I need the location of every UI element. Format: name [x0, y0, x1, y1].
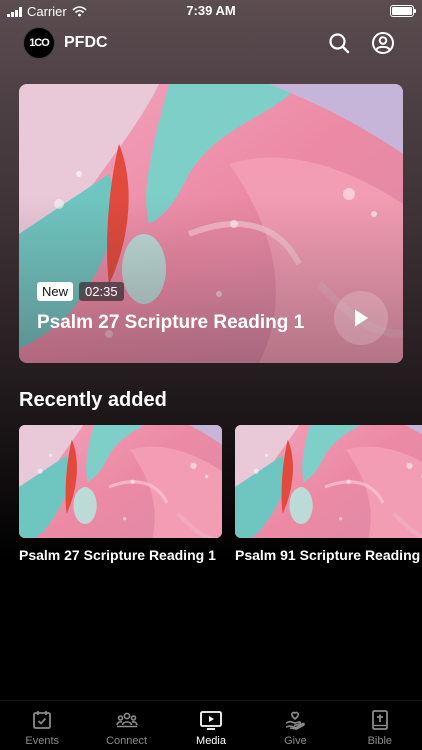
media-title: Psalm 91 Scripture Reading — [235, 547, 421, 563]
play-icon — [355, 309, 368, 327]
tab-bible[interactable]: Bible — [338, 701, 422, 750]
tab-connect[interactable]: Connect — [84, 701, 168, 750]
status-bar: Carrier 7:39 AM — [0, 0, 422, 22]
search-icon[interactable] — [327, 31, 351, 55]
tab-events[interactable]: Events — [0, 701, 84, 750]
duration-badge: 02:35 — [79, 282, 124, 301]
profile-icon[interactable] — [371, 31, 395, 55]
featured-title: Psalm 27 Scripture Reading 1 — [37, 312, 305, 333]
badge-group: New 02:35 — [37, 282, 124, 301]
clock: 7:39 AM — [186, 3, 236, 18]
tab-give[interactable]: Give — [253, 701, 337, 750]
media-thumbnail — [235, 425, 422, 538]
play-button[interactable] — [334, 291, 388, 345]
section-title: Recently added — [19, 389, 167, 411]
media-thumbnail — [19, 425, 222, 538]
new-badge: New — [37, 282, 74, 301]
media-title: Psalm 27 Scripture Reading 1 — [19, 547, 216, 563]
featured-media-card[interactable]: New 02:35 Psalm 27 Scripture Reading 1 — [19, 84, 403, 363]
tab-label: Bible — [367, 735, 393, 747]
app-logo[interactable]: 1CO — [23, 27, 55, 59]
tab-bar: Events Connect Media Give Bible — [0, 700, 422, 750]
media-item[interactable]: Psalm 91 Scripture Reading — [235, 425, 422, 563]
tab-media[interactable]: Media — [169, 701, 253, 750]
tab-label: Connect — [106, 735, 148, 747]
media-item[interactable]: Psalm 27 Scripture Reading 1 — [19, 425, 222, 563]
battery-icon — [390, 5, 416, 17]
tab-label: Events — [25, 735, 60, 747]
bible-icon — [371, 710, 388, 730]
calendar-icon — [33, 711, 52, 729]
tab-label: Media — [196, 735, 226, 747]
give-icon — [286, 711, 306, 730]
app-header: 1CO PFDC — [0, 26, 422, 62]
tab-label: Give — [284, 735, 307, 747]
app-title: PFDC — [64, 34, 108, 51]
recently-added-carousel[interactable]: Psalm 27 Scripture Reading 1 Psalm 91 Sc… — [19, 425, 422, 575]
people-icon — [115, 712, 138, 728]
media-icon — [200, 711, 222, 730]
